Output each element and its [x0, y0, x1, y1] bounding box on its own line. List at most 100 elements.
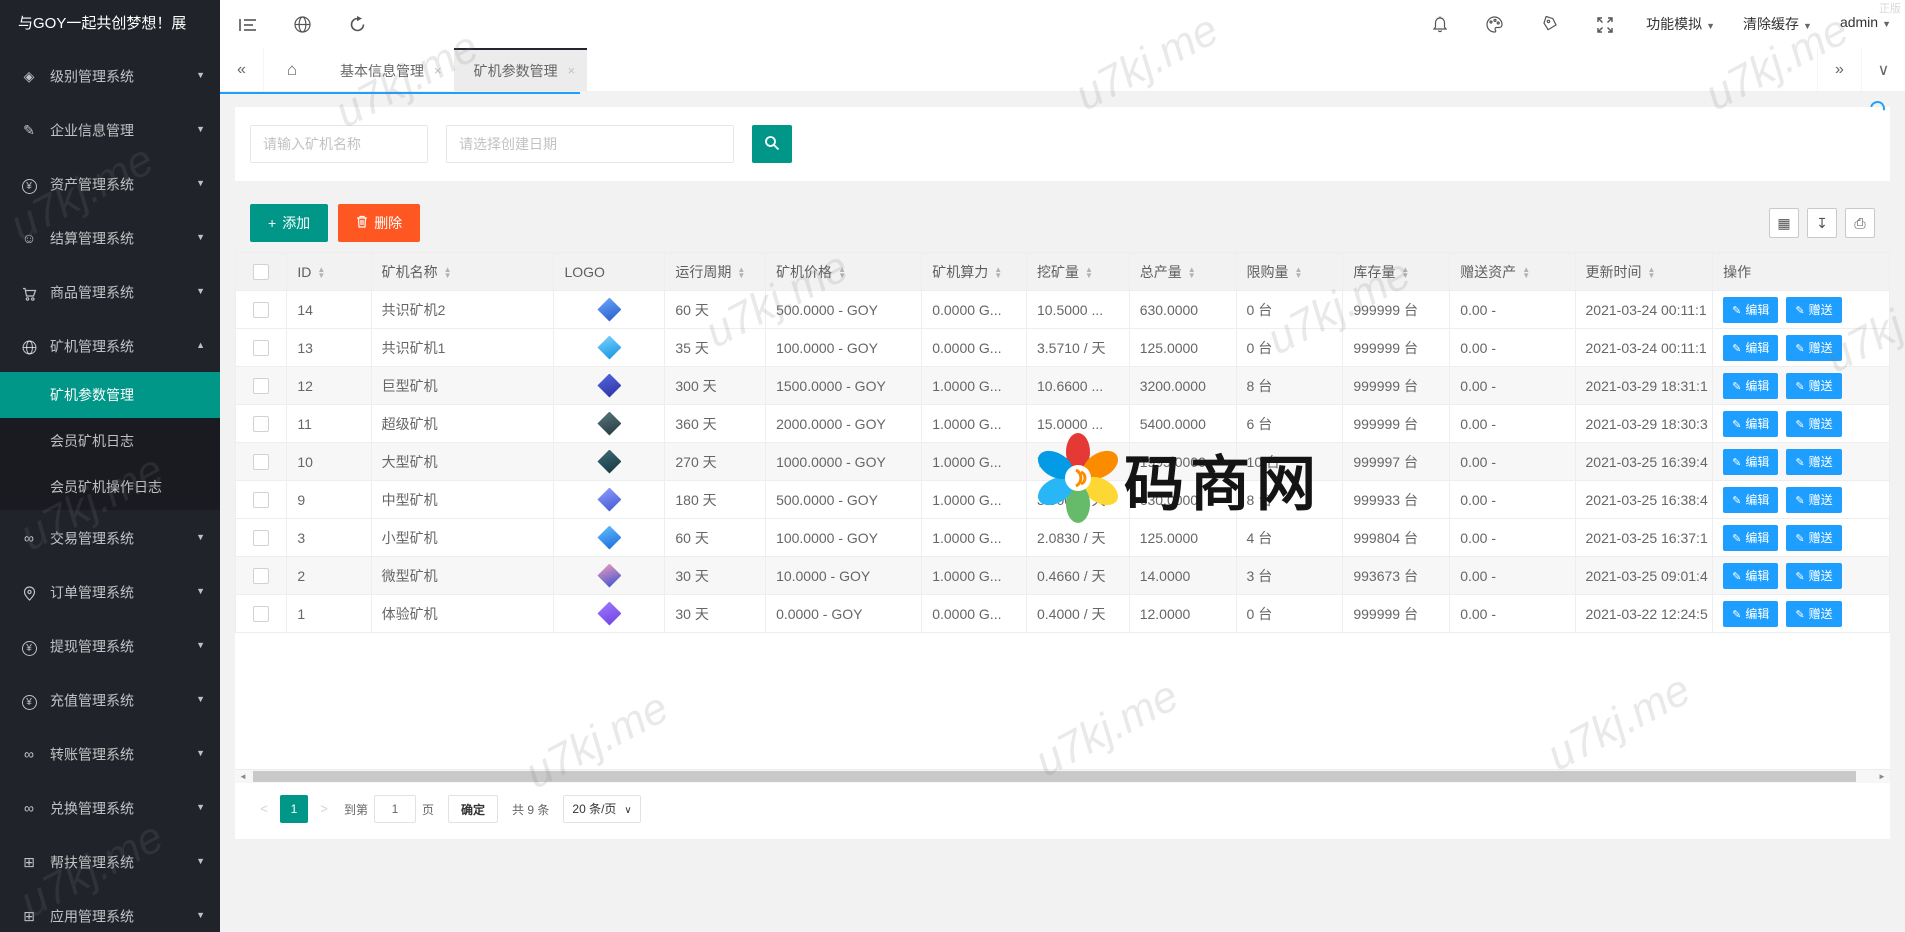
sidebar-item-recharge[interactable]: ¥充值管理系统▼ [0, 672, 220, 726]
sidebar-subitem-member-miner-log[interactable]: 会员矿机日志 [0, 418, 220, 464]
sort-icon[interactable]: ▲▼ [737, 267, 745, 279]
edit-button[interactable]: ✎编辑 [1723, 411, 1778, 437]
row-checkbox[interactable] [253, 454, 269, 470]
column-header-id[interactable]: ID▲▼ [287, 253, 371, 291]
scroll-right-arrow-icon[interactable]: ► [1874, 770, 1890, 783]
row-checkbox[interactable] [253, 416, 269, 432]
sidebar-subitem-miner-params[interactable]: 矿机参数管理 [0, 372, 220, 418]
tab-close-icon[interactable]: × [568, 63, 576, 78]
sidebar-item-transfer[interactable]: ∞转账管理系统▼ [0, 726, 220, 780]
print-icon[interactable]: ⎙ [1845, 208, 1875, 238]
sidebar-item-trade[interactable]: ∞交易管理系统▼ [0, 510, 220, 564]
edit-button[interactable]: ✎编辑 [1723, 487, 1778, 513]
row-checkbox[interactable] [253, 378, 269, 394]
tab-close-icon[interactable]: × [434, 63, 442, 78]
column-header-mine[interactable]: 挖矿量▲▼ [1026, 253, 1129, 291]
edit-button[interactable]: ✎编辑 [1723, 297, 1778, 323]
column-header-total[interactable]: 总产量▲▼ [1129, 253, 1236, 291]
row-checkbox[interactable] [253, 530, 269, 546]
sort-icon[interactable]: ▲▼ [444, 267, 452, 279]
topbar-menu-clear-cache[interactable]: 清除缓存▼ [1729, 14, 1826, 34]
tabs-scroll-right-button[interactable]: » [1817, 48, 1861, 91]
home-tab[interactable]: ⌂ [264, 48, 320, 91]
sort-icon[interactable]: ▲▼ [1401, 267, 1409, 279]
tabs-menu-button[interactable]: ∨ [1861, 48, 1905, 91]
sort-icon[interactable]: ▲▼ [1188, 267, 1196, 279]
gift-button[interactable]: ✎赠送 [1786, 297, 1841, 323]
sort-icon[interactable]: ▲▼ [1085, 267, 1093, 279]
goto-page-input[interactable] [374, 795, 416, 823]
gift-button[interactable]: ✎赠送 [1786, 487, 1841, 513]
tab-basic-info[interactable]: 基本信息管理× [320, 48, 454, 91]
sidebar-item-asset[interactable]: ¥资产管理系统▼ [0, 156, 220, 210]
sort-icon[interactable]: ▲▼ [994, 267, 1002, 279]
create-date-input[interactable] [446, 125, 734, 163]
gift-button[interactable]: ✎赠送 [1786, 601, 1841, 627]
gift-button[interactable]: ✎赠送 [1786, 373, 1841, 399]
export-icon[interactable]: ↧ [1807, 208, 1837, 238]
fullscreen-icon[interactable] [1577, 15, 1632, 32]
page-number-current[interactable]: 1 [280, 795, 308, 823]
horizontal-scrollbar[interactable]: ◄ ► [235, 769, 1890, 783]
edit-button[interactable]: ✎编辑 [1723, 335, 1778, 361]
column-header-power[interactable]: 矿机算力▲▼ [922, 253, 1027, 291]
edit-button[interactable]: ✎编辑 [1723, 563, 1778, 589]
topbar-menu-feature-sim[interactable]: 功能模拟▼ [1632, 14, 1729, 34]
gift-button[interactable]: ✎赠送 [1786, 335, 1841, 361]
tab-miner-params[interactable]: 矿机参数管理× [454, 48, 588, 91]
gift-button[interactable]: ✎赠送 [1786, 525, 1841, 551]
palette-icon[interactable] [1467, 15, 1522, 33]
topbar-menu-admin[interactable]: admin▼ [1826, 14, 1905, 34]
row-checkbox[interactable] [253, 568, 269, 584]
column-header-gift[interactable]: 赠送资产▲▼ [1450, 253, 1575, 291]
edit-button[interactable]: ✎编辑 [1723, 525, 1778, 551]
column-header-price[interactable]: 矿机价格▲▼ [766, 253, 922, 291]
sort-icon[interactable]: ▲▼ [1648, 267, 1656, 279]
select-all-checkbox[interactable] [253, 264, 269, 280]
column-header-name[interactable]: 矿机名称▲▼ [371, 253, 554, 291]
row-checkbox[interactable] [253, 606, 269, 622]
tabs-scroll-left-button[interactable]: « [220, 48, 264, 91]
column-header-stock[interactable]: 库存量▲▼ [1343, 253, 1450, 291]
sidebar-item-miner[interactable]: 矿机管理系统▲ [0, 318, 220, 372]
sort-icon[interactable]: ▲▼ [1522, 267, 1530, 279]
sort-icon[interactable]: ▲▼ [1295, 267, 1303, 279]
sidebar-item-level[interactable]: ◈级别管理系统▼ [0, 48, 220, 102]
sidebar-item-order[interactable]: 订单管理系统▼ [0, 564, 220, 618]
sidebar-subitem-member-miner-oplog[interactable]: 会员矿机操作日志 [0, 464, 220, 510]
row-checkbox[interactable] [253, 340, 269, 356]
scroll-left-arrow-icon[interactable]: ◄ [235, 770, 251, 783]
sidebar-item-exchange[interactable]: ∞兑换管理系统▼ [0, 780, 220, 834]
edit-button[interactable]: ✎编辑 [1723, 449, 1778, 475]
gift-button[interactable]: ✎赠送 [1786, 411, 1841, 437]
column-header-limit[interactable]: 限购量▲▼ [1236, 253, 1343, 291]
column-header-cycle[interactable]: 运行周期▲▼ [665, 253, 766, 291]
sidebar-item-app[interactable]: ⊞应用管理系统▼ [0, 888, 220, 932]
add-button[interactable]: +添加 [250, 204, 328, 242]
delete-button[interactable]: 删除 [338, 204, 420, 242]
page-size-select[interactable]: 20 条/页∨ [563, 795, 640, 823]
scrollbar-thumb[interactable] [253, 771, 1856, 782]
miner-name-input[interactable] [250, 125, 428, 163]
edit-button[interactable]: ✎编辑 [1723, 601, 1778, 627]
sidebar-item-help[interactable]: ⊞帮扶管理系统▼ [0, 834, 220, 888]
next-page-button[interactable]: > [310, 795, 338, 823]
menu-spread-icon[interactable] [220, 15, 275, 32]
prev-page-button[interactable]: < [250, 795, 278, 823]
goto-confirm-button[interactable]: 确定 [448, 795, 498, 823]
column-header-updated[interactable]: 更新时间▲▼ [1575, 253, 1713, 291]
gift-button[interactable]: ✎赠送 [1786, 449, 1841, 475]
globe-icon[interactable] [275, 15, 330, 33]
sidebar-item-settlement[interactable]: ☺结算管理系统▼ [0, 210, 220, 264]
search-button[interactable] [752, 125, 792, 163]
tag-icon[interactable] [1522, 15, 1577, 33]
row-checkbox[interactable] [253, 492, 269, 508]
bell-icon[interactable] [1412, 15, 1467, 33]
sort-icon[interactable]: ▲▼ [838, 267, 846, 279]
sort-icon[interactable]: ▲▼ [317, 267, 325, 279]
sidebar-item-goods[interactable]: 商品管理系统▼ [0, 264, 220, 318]
sidebar-item-enterprise[interactable]: ✎企业信息管理▼ [0, 102, 220, 156]
edit-button[interactable]: ✎编辑 [1723, 373, 1778, 399]
refresh-icon[interactable] [330, 15, 385, 33]
row-checkbox[interactable] [253, 302, 269, 318]
